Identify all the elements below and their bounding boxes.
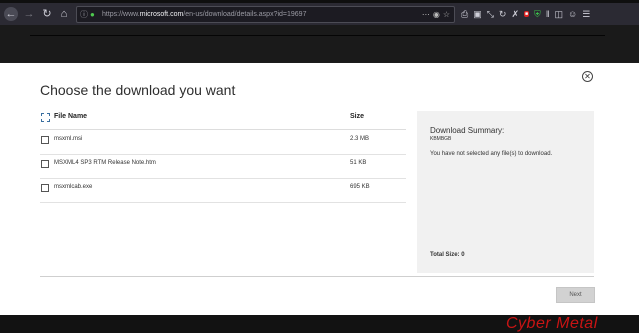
browser-toolbar: ← → ↻ ⌂ ⓘ ● https://www.microsoft.com/en… — [0, 3, 639, 25]
bookmark-star-icon[interactable]: ☆ — [443, 10, 450, 19]
info-icon[interactable]: ⓘ — [80, 9, 88, 20]
extension-icon[interactable]: ✗ — [511, 9, 519, 20]
file-size: 695 KB — [350, 184, 370, 190]
summary-message: You have not selected any file(s) to dow… — [430, 151, 553, 157]
close-icon: ✕ — [584, 72, 591, 81]
watermark-text: Cyber Metal — [506, 315, 598, 332]
summary-units: KBMBGB — [430, 136, 452, 142]
header-divider — [30, 35, 605, 36]
resize-icon[interactable]: ⤡ — [487, 9, 494, 20]
arrow-right-icon: → — [23, 8, 35, 20]
reload-icon: ↻ — [42, 8, 52, 20]
home-button[interactable]: ⌂ — [57, 7, 71, 21]
url-path: /en-us/download/details.aspx?id=19697 — [183, 10, 307, 18]
page-header-dark — [0, 25, 639, 62]
arrow-left-icon: ← — [5, 8, 17, 20]
screenshot-icon[interactable]: ▣ — [473, 9, 482, 20]
column-size: Size — [350, 113, 365, 120]
url-text[interactable]: https://www.microsoft.com/en-us/download… — [102, 11, 306, 18]
next-button[interactable]: Next — [556, 287, 595, 303]
file-table-header: File Name Size — [40, 113, 406, 130]
file-checkbox[interactable] — [41, 136, 49, 144]
file-row[interactable]: MSXML4 SP3 RTM Release Note.htm 51 KB — [40, 155, 406, 179]
forward-button[interactable]: → — [22, 7, 36, 21]
close-button[interactable]: ✕ — [582, 71, 593, 82]
url-domain: microsoft.com — [139, 10, 184, 18]
menu-icon[interactable]: ☰ — [582, 9, 590, 20]
file-name: MSXML4 SP3 RTM Release Note.htm — [54, 160, 156, 166]
select-all-checkbox[interactable] — [41, 113, 50, 122]
shield-icon[interactable]: ⛨ — [534, 9, 541, 20]
print-icon[interactable]: ⎙ — [461, 9, 468, 20]
dialog-divider — [40, 276, 594, 277]
lock-icon[interactable]: ● — [90, 10, 98, 19]
file-name: msxml.msi — [54, 136, 83, 142]
file-row[interactable]: msxmlcab.exe 695 KB — [40, 179, 406, 203]
file-size: 51 KB — [350, 160, 367, 166]
extension-badge-icon[interactable]: ■ — [524, 11, 530, 17]
library-icon[interactable]: ‖ — [546, 9, 550, 19]
reload-button[interactable]: ↻ — [40, 7, 54, 21]
file-checkbox[interactable] — [41, 184, 49, 192]
url-prefix: https://www. — [102, 10, 140, 18]
pocket-icon[interactable]: ◉ — [433, 10, 440, 19]
sidebar-icon[interactable]: ◫ — [555, 9, 564, 20]
refresh-icon[interactable]: ↻ — [499, 9, 507, 20]
summary-title: Download Summary: — [430, 126, 505, 135]
column-file-name: File Name — [54, 113, 88, 120]
account-icon[interactable]: ☺ — [568, 9, 577, 19]
home-icon: ⌂ — [60, 8, 68, 20]
download-dialog: ✕ Choose the download you want File Name… — [0, 63, 639, 315]
file-row[interactable]: msxml.msi 2.3 MB — [40, 131, 406, 155]
file-name: msxmlcab.exe — [54, 184, 93, 190]
url-bar[interactable]: ⓘ ● https://www.microsoft.com/en-us/down… — [76, 5, 455, 23]
back-button[interactable]: ← — [4, 7, 18, 21]
download-summary-panel: Download Summary: KBMBGB You have not se… — [417, 111, 594, 273]
file-size: 2.3 MB — [350, 136, 370, 142]
dialog-title: Choose the download you want — [40, 82, 236, 98]
page-actions-icon[interactable]: ⋯ — [422, 10, 430, 19]
file-checkbox[interactable] — [41, 160, 49, 168]
summary-total-size: Total Size: 0 — [430, 252, 465, 258]
